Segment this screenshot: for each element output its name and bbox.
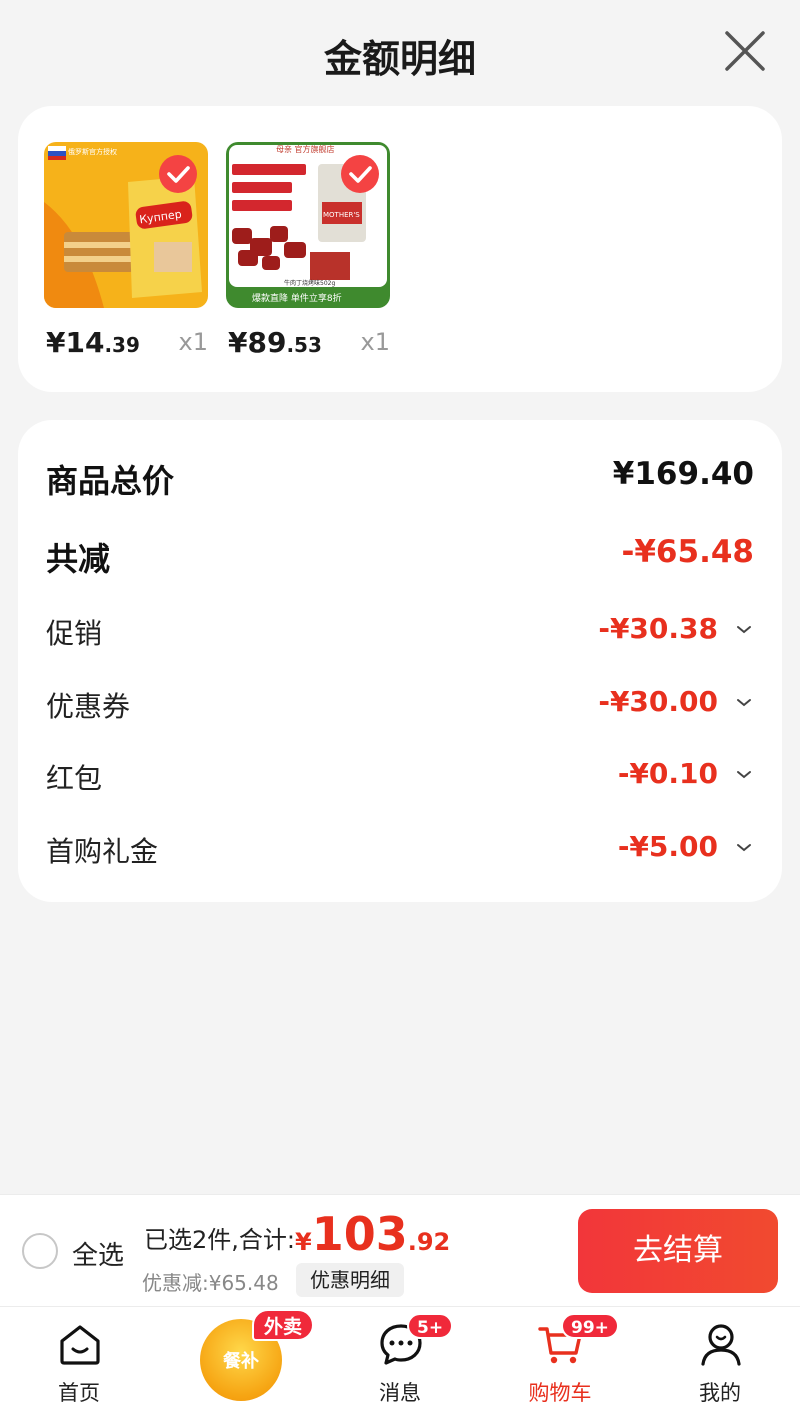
product-price-row: ¥89.53 x1 bbox=[226, 326, 390, 366]
tab-home[interactable]: 首页 bbox=[24, 1307, 134, 1417]
promotion-row[interactable]: 促销 -¥30.38 bbox=[46, 612, 754, 662]
tab-profile-label: 我的 bbox=[699, 1381, 741, 1405]
tab-cart[interactable]: 99+ 购物车 bbox=[505, 1307, 619, 1417]
products-card: Куппер 俄罗斯官方授权 ¥14.39 x1 母亲 官方旗舰店 MOTHER… bbox=[18, 106, 782, 392]
checkout-button[interactable]: 去结算 bbox=[578, 1209, 778, 1293]
coupon-label: 优惠券 bbox=[46, 690, 131, 723]
product-price-row: ¥14.39 x1 bbox=[44, 326, 208, 366]
product-price: ¥89.53 bbox=[228, 326, 322, 359]
messages-badge: 5+ bbox=[407, 1313, 454, 1339]
header: 金额明细 bbox=[0, 0, 800, 100]
user-icon bbox=[701, 1324, 741, 1366]
red-packet-row[interactable]: 红包 -¥0.10 bbox=[46, 757, 754, 807]
total-price-label: 商品总价 bbox=[46, 462, 175, 500]
page-title: 金额明细 bbox=[323, 37, 476, 81]
first-purchase-gift-value: -¥5.00 bbox=[617, 830, 718, 863]
tab-profile[interactable]: 我的 bbox=[665, 1307, 775, 1417]
red-packet-value: -¥0.10 bbox=[617, 757, 718, 790]
home-icon bbox=[60, 1325, 100, 1365]
select-all-label[interactable]: 全选 bbox=[72, 1235, 124, 1272]
flag-text: 俄罗斯官方授权 bbox=[68, 147, 117, 156]
total-amount-int: 103 bbox=[311, 1207, 408, 1261]
coupon-value: -¥30.00 bbox=[598, 685, 718, 718]
total-reduce-value: -¥65.48 bbox=[621, 534, 755, 570]
tab-messages-label: 消息 bbox=[379, 1381, 421, 1405]
check-icon bbox=[341, 155, 379, 193]
coupon-row[interactable]: 优惠券 -¥30.00 bbox=[46, 685, 754, 735]
total-price-value: ¥169.40 bbox=[612, 456, 754, 492]
store-text: 母亲 官方旗舰店 bbox=[276, 144, 335, 154]
total-amount-frac: .92 bbox=[407, 1228, 451, 1256]
takeout-badge: 外卖 bbox=[252, 1309, 315, 1341]
checkout-bar: 全选 已选2件,合计:¥103.92 优惠减:¥65.48 优惠明细 去结算 bbox=[0, 1194, 800, 1306]
currency-symbol: ¥ bbox=[294, 1228, 312, 1256]
price-detail-card: 商品总价 ¥169.40 共减 -¥65.48 促销 -¥30.38 优惠券 -… bbox=[18, 420, 782, 902]
selected-count-text: 已选2件,合计: bbox=[144, 1226, 295, 1254]
product-brand-text: MOTHER'S bbox=[323, 211, 360, 219]
cart-badge: 99+ bbox=[561, 1313, 619, 1339]
product-qty: x1 bbox=[178, 328, 208, 356]
selected-summary: 已选2件,合计:¥103.92 bbox=[144, 1207, 450, 1267]
chevron-down-icon[interactable] bbox=[734, 765, 754, 785]
total-price-row: 商品总价 ¥169.40 bbox=[46, 456, 754, 506]
bottom-tab-bar: 首页 餐补 外卖 5+ 消息 99+ 购物车 我的 bbox=[0, 1306, 800, 1417]
check-icon bbox=[159, 155, 197, 193]
first-purchase-gift-row[interactable]: 首购礼金 -¥5.00 bbox=[46, 830, 754, 880]
chevron-down-icon[interactable] bbox=[734, 838, 754, 858]
discount-text: 优惠减:¥65.48 bbox=[142, 1271, 279, 1295]
chevron-down-icon[interactable] bbox=[734, 693, 754, 713]
product-qty: x1 bbox=[360, 328, 390, 356]
total-reduce-label: 共减 bbox=[46, 540, 111, 578]
product-price: ¥14.39 bbox=[46, 326, 140, 359]
meal-subsidy-label: 餐补 bbox=[223, 1351, 259, 1372]
tab-cart-label: 购物车 bbox=[528, 1381, 592, 1405]
product-image[interactable]: Куппер 俄罗斯官方授权 bbox=[44, 142, 208, 308]
close-icon[interactable] bbox=[722, 28, 768, 74]
first-purchase-gift-label: 首购礼金 bbox=[46, 835, 159, 868]
total-reduce-row: 共减 -¥65.48 bbox=[46, 534, 754, 584]
promotion-value: -¥30.38 bbox=[598, 612, 718, 645]
tab-messages[interactable]: 5+ 消息 bbox=[345, 1307, 455, 1417]
size-text: 牛肉丁烧烤味502g bbox=[284, 279, 335, 287]
product-image[interactable]: 母亲 官方旗舰店 MOTHER'S 牛肉丁烧烤味502g 爆款直降 单件立享8折 bbox=[226, 142, 390, 308]
tab-home-label: 首页 bbox=[58, 1381, 100, 1405]
red-packet-label: 红包 bbox=[46, 762, 103, 795]
chevron-down-icon[interactable] bbox=[734, 620, 754, 640]
promotion-label: 促销 bbox=[46, 617, 103, 650]
discount-detail-button[interactable]: 优惠明细 bbox=[296, 1263, 404, 1297]
banner-text: 爆款直降 单件立享8折 bbox=[252, 292, 342, 304]
select-all-radio[interactable] bbox=[22, 1233, 58, 1269]
